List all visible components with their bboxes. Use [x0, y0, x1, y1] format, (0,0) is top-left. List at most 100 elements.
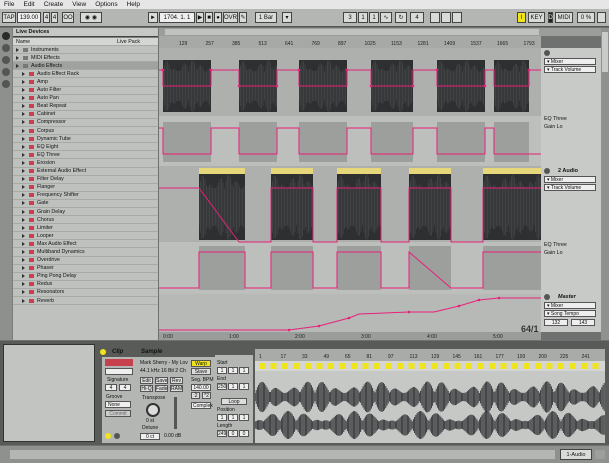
groove-select[interactable]: None: [105, 401, 131, 408]
track-2-device-select[interactable]: ▾ Mixer: [544, 176, 596, 183]
disclosure-triangle-icon[interactable]: [22, 249, 25, 254]
plugin-browser-tab[interactable]: [2, 44, 10, 52]
automation-arm-button[interactable]: ∿: [380, 12, 392, 23]
browser-toggle[interactable]: [0, 328, 12, 340]
key-lock-button[interactable]: ▾: [282, 12, 292, 23]
draw-button[interactable]: ✎: [239, 12, 247, 23]
browser-item[interactable]: Instruments: [13, 46, 158, 55]
browser-item[interactable]: Multiband Dynamics: [13, 248, 158, 257]
warp-button[interactable]: Warp: [191, 360, 211, 367]
slave-button[interactable]: Slave: [191, 368, 211, 375]
disclosure-triangle-icon[interactable]: [22, 258, 25, 263]
automation-clip[interactable]: [483, 246, 541, 290]
browser-item[interactable]: Grain Delay: [13, 208, 158, 217]
breakpoint[interactable]: [477, 298, 481, 302]
disclosure-triangle-icon[interactable]: [16, 55, 19, 60]
master-min-field[interactable]: 132: [544, 319, 568, 326]
track-2-activator[interactable]: [544, 168, 550, 174]
browser-item[interactable]: Looper: [13, 232, 158, 241]
half-tempo-button[interactable]: :2: [191, 392, 200, 399]
breakpoint[interactable]: [345, 68, 349, 72]
automation-clip[interactable]: [337, 246, 381, 290]
automation-clip[interactable]: [163, 122, 211, 162]
browser-item[interactable]: Overdrive: [13, 257, 158, 265]
warp-marker[interactable]: [316, 363, 323, 369]
disclosure-triangle-icon[interactable]: [22, 96, 25, 101]
tap-button[interactable]: TAP: [2, 12, 16, 23]
browser-item[interactable]: Flanger: [13, 184, 158, 192]
clip-title-bar[interactable]: [199, 168, 245, 174]
browser-item[interactable]: Dynamic Tube: [13, 135, 158, 144]
warp-marker[interactable]: [431, 363, 438, 369]
automation-clip[interactable]: [199, 246, 245, 290]
master-device-select[interactable]: ▾ Mixer: [544, 302, 596, 309]
clip-toggle[interactable]: [100, 349, 106, 355]
save-button[interactable]: Save: [155, 377, 168, 384]
tempo-field[interactable]: 139.00: [17, 12, 41, 23]
length-sixteenth[interactable]: 0: [239, 430, 249, 437]
breakpoint[interactable]: [527, 68, 531, 72]
track-2-param-select[interactable]: ▾ Track Volume: [544, 184, 596, 191]
warp-marker[interactable]: [546, 363, 553, 369]
detune-field[interactable]: 0 ct: [140, 433, 160, 440]
start-sixteenth[interactable]: 1: [239, 367, 249, 374]
automation-clip[interactable]: [239, 122, 277, 162]
browser-item[interactable]: Max Audio Effect: [13, 240, 158, 249]
breakpoint[interactable]: [161, 68, 165, 72]
midi-track-button[interactable]: [595, 450, 605, 459]
master-name[interactable]: Master: [558, 294, 576, 300]
breakpoint[interactable]: [369, 84, 373, 88]
end-bar[interactable]: 250: [217, 383, 227, 390]
disclosure-triangle-icon[interactable]: [22, 185, 25, 190]
disclosure-triangle-icon[interactable]: [22, 233, 25, 238]
time-ruler[interactable]: [159, 332, 541, 340]
menu-edit[interactable]: Edit: [19, 1, 39, 8]
gain-slider[interactable]: [174, 397, 177, 429]
end-sixteenth[interactable]: 1: [239, 383, 249, 390]
clip-title-bar[interactable]: [409, 168, 451, 174]
warp-marker[interactable]: [558, 363, 564, 369]
length-bar[interactable]: 249: [217, 430, 227, 437]
draw-mode-button[interactable]: [452, 12, 462, 23]
clip-title-bar[interactable]: [337, 168, 381, 174]
automation-clip[interactable]: [271, 246, 313, 290]
clip-sig-num[interactable]: 4: [105, 384, 117, 391]
disclosure-triangle-icon[interactable]: [16, 47, 19, 52]
warp-marker[interactable]: [351, 363, 357, 369]
position-sixteenth[interactable]: 1: [239, 414, 249, 421]
track-1-param-select[interactable]: ▾ Track Volume: [544, 66, 596, 73]
clip-title-bar[interactable]: [271, 168, 313, 174]
ram-button[interactable]: RAM: [170, 385, 183, 392]
quantize-select[interactable]: 1 Bar: [255, 12, 277, 23]
disclosure-triangle-icon[interactable]: [22, 128, 25, 133]
signature-denominator[interactable]: 4: [51, 12, 58, 23]
disclosure-triangle-icon[interactable]: [22, 71, 25, 76]
disclosure-triangle-icon[interactable]: [22, 290, 25, 295]
menu-view[interactable]: View: [68, 1, 91, 8]
loop-length-field[interactable]: 4: [410, 12, 424, 23]
oo-button[interactable]: OO: [62, 12, 74, 23]
breakpoint[interactable]: [287, 328, 291, 332]
breakpoint[interactable]: [483, 84, 487, 88]
disclosure-triangle-icon[interactable]: [22, 193, 25, 198]
menu-file[interactable]: File: [0, 1, 19, 8]
browser-item[interactable]: Cabinet: [13, 111, 158, 119]
warp-mode-select[interactable]: Complex: [191, 402, 213, 409]
position-beat[interactable]: 1: [228, 414, 238, 421]
position-field[interactable]: 1704. 1. 1: [159, 12, 195, 23]
browser-item[interactable]: Corpus: [13, 127, 158, 136]
breakpoint[interactable]: [209, 68, 213, 72]
browser-item[interactable]: Erosion: [13, 159, 158, 168]
disclosure-triangle-icon[interactable]: [22, 104, 25, 109]
disclosure-triangle-icon[interactable]: [22, 169, 25, 174]
disclosure-triangle-icon[interactable]: [22, 282, 25, 287]
browser-item[interactable]: Resonators: [13, 289, 158, 297]
reverse-button[interactable]: Rev: [170, 377, 183, 384]
browser-item[interactable]: Amp: [13, 78, 158, 87]
disclosure-triangle-icon[interactable]: [16, 63, 19, 68]
warp-marker[interactable]: [420, 363, 426, 369]
browser-item[interactable]: External Audio Effect: [13, 168, 158, 176]
browser-item[interactable]: Audio Effect Rack: [13, 70, 158, 79]
stop-button[interactable]: ■: [205, 12, 213, 23]
disclosure-triangle-icon[interactable]: [22, 241, 25, 246]
